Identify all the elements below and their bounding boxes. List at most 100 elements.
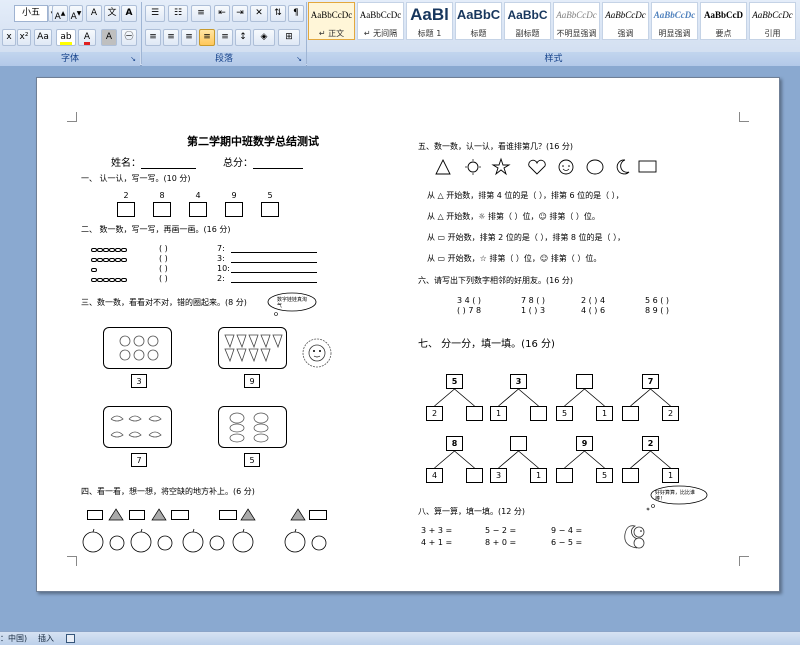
q7-right-box[interactable] (530, 406, 547, 421)
q7-top-box[interactable]: 8 (446, 436, 463, 451)
style-tile[interactable]: AaBbC 标题 (455, 2, 502, 40)
q7-top-box[interactable]: 9 (576, 436, 593, 451)
language-status[interactable]: ：中国) (0, 632, 27, 645)
style-sample: AaBbCcDc (605, 10, 646, 20)
align-right-button[interactable]: ≡ (181, 29, 197, 46)
paragraph-group-label: 段落 (142, 52, 306, 66)
style-tile[interactable]: AaBbCcDc ↵ 正文 (308, 2, 355, 40)
q8-equation[interactable]: 4 + 1 = (421, 538, 452, 547)
shading-button[interactable]: ◈ (253, 29, 275, 46)
multilevel-list-button[interactable]: ≡ (191, 5, 211, 22)
font-color-button[interactable]: A (78, 29, 96, 46)
q7-left-box[interactable] (622, 468, 639, 483)
q7-right-box[interactable]: 1 (530, 468, 547, 483)
style-name: 标题 (470, 29, 487, 38)
q8-equation[interactable]: 3 + 3 = (421, 526, 452, 535)
q8-equation[interactable]: 8 + 0 = (485, 538, 516, 547)
grow-font-button[interactable]: A▲ (52, 5, 68, 22)
align-center-button[interactable]: ≡ (163, 29, 179, 46)
q7-right-box[interactable]: 2 (662, 406, 679, 421)
q7-top-box[interactable]: 5 (446, 374, 463, 389)
style-sample: AaBbCcDc (359, 10, 402, 20)
decrease-indent-button[interactable]: ⇤ (214, 5, 230, 22)
show-marks-button[interactable]: ¶ (288, 5, 304, 22)
style-name: 引用 (764, 29, 781, 38)
style-tile[interactable]: AaBbC 副标题 (504, 2, 551, 40)
q7-top-box[interactable]: 2 (642, 436, 659, 451)
increase-indent-button[interactable]: ⇥ (232, 5, 248, 22)
q7-top-box[interactable]: 3 (510, 374, 527, 389)
style-name: 明显强调 (658, 29, 691, 38)
style-tile[interactable]: AaBbCcDc 强调 (602, 2, 649, 40)
subscript-button[interactable]: x (2, 29, 16, 46)
sort-button[interactable]: ⇅ (270, 5, 286, 22)
q7-right-box[interactable]: 1 (596, 406, 613, 421)
char-border-button[interactable]: A (121, 5, 137, 22)
style-name: 强调 (617, 29, 634, 38)
font-size-box[interactable]: 小五 (14, 5, 48, 22)
style-sample: AaBl (410, 5, 449, 24)
q7-right-box[interactable]: 5 (596, 468, 613, 483)
q7-left-box[interactable]: 3 (490, 468, 507, 483)
q8-equation[interactable]: 9 − 4 = (551, 526, 582, 535)
q7-left-box[interactable]: 5 (556, 406, 573, 421)
q7-left-box[interactable] (556, 468, 573, 483)
change-case-button[interactable]: Aa (34, 29, 52, 46)
q7-left-box[interactable]: 2 (426, 406, 443, 421)
style-sample: AaBbCcDc (310, 10, 353, 20)
superscript-button[interactable]: x² (17, 29, 31, 46)
ribbon: 小五 ▾ A▲ A▼ A 文 A x x² Aa ab A A ㊀ 字体 ↘ ☰… (0, 0, 800, 66)
q7-top-box[interactable]: 7 (642, 374, 659, 389)
q7-left-box[interactable]: 4 (426, 468, 443, 483)
align-left-button[interactable]: ≡ (145, 29, 161, 46)
q8-equation[interactable]: 6 − 5 = (551, 538, 582, 547)
q7-right-box[interactable] (466, 406, 483, 421)
q7-branch-line (454, 388, 475, 407)
borders-button[interactable]: ⊞ (278, 29, 300, 46)
style-tile[interactable]: AaBbCcDc ↵ 无间隔 (357, 2, 404, 40)
font-size-value: 小五 (21, 8, 40, 18)
q7-branch-line (630, 388, 651, 407)
q7-branch-line (498, 388, 519, 407)
style-tile[interactable]: AaBbCcDc 不明显强调 (553, 2, 600, 40)
highlight-button[interactable]: ab (56, 29, 76, 46)
q7-branch-line (434, 450, 455, 469)
q7-right-box[interactable]: 1 (662, 468, 679, 483)
char-shading-button[interactable]: A (101, 29, 117, 46)
document-page[interactable]: 第二学期中班数学总结测试 姓名： 总分： 一、 认一认，写一写。(10 分) 2… (36, 77, 780, 592)
chinese-layout-button[interactable]: ✕ (250, 5, 268, 22)
insert-mode-status[interactable]: 插入 (38, 632, 54, 645)
styles-gallery: AaBbCcDc ↵ 正文 AaBbCcDc ↵ 无间隔 AaBl 标题 1 AaBbC 标题… (308, 2, 800, 50)
style-name: ↵ 无间隔 (363, 29, 398, 38)
q7-top-box[interactable] (576, 374, 593, 389)
style-sample: AaBbC (456, 7, 501, 22)
style-sample: AaBbC (507, 8, 548, 22)
style-tile[interactable]: AaBbCcDc 引用 (749, 2, 796, 40)
q8-heading: 八、算一算，填一填。(12 分) (418, 507, 525, 516)
paragraph-dialog-launcher-icon[interactable]: ↘ (294, 52, 304, 69)
line-spacing-button[interactable]: ↕ (235, 29, 251, 46)
macro-record-icon[interactable] (66, 634, 75, 643)
q7-right-box[interactable] (466, 468, 483, 483)
q7-left-box[interactable]: 1 (490, 406, 507, 421)
distribute-button[interactable]: ≡ (217, 29, 233, 46)
q7-branch-line (564, 388, 585, 407)
style-name: 副标题 (515, 29, 540, 38)
clear-format-button[interactable]: A (86, 5, 102, 22)
q7-left-box[interactable] (622, 406, 639, 421)
style-tile[interactable]: AaBbCcDc 明显强调 (651, 2, 698, 40)
font-dialog-launcher-icon[interactable]: ↘ (128, 52, 138, 69)
q7-branch-line (630, 450, 651, 469)
q8-equation[interactable]: 5 − 2 = (485, 526, 516, 535)
numbering-button[interactable]: ☷ (168, 5, 188, 22)
style-tile[interactable]: AaBl 标题 1 (406, 2, 453, 40)
justify-button[interactable]: ≡ (199, 29, 215, 46)
enclose-char-button[interactable]: ㊀ (121, 29, 137, 46)
style-name: 不明显强调 (556, 29, 597, 38)
shrink-font-button[interactable]: A▼ (69, 5, 83, 22)
q7-top-box[interactable] (510, 436, 527, 451)
style-sample: AaBbCcD (703, 10, 743, 20)
phonetic-guide-button[interactable]: 文 (104, 5, 120, 22)
bullets-button[interactable]: ☰ (145, 5, 165, 22)
style-tile[interactable]: AaBbCcD 要点 (700, 2, 747, 40)
